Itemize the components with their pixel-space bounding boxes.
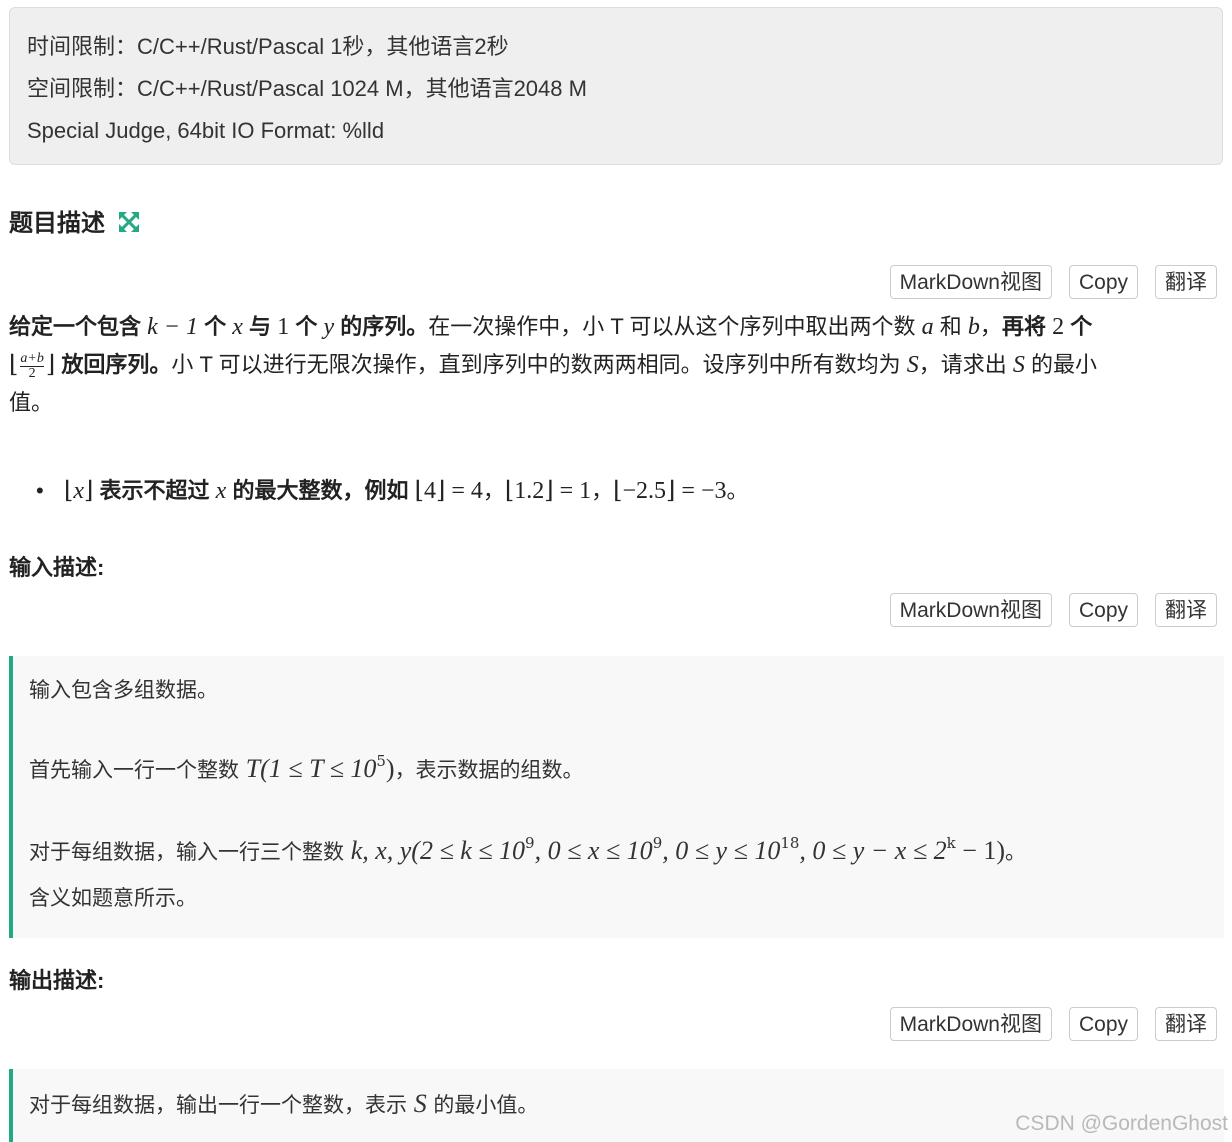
math-sup: 9 (525, 834, 535, 852)
description-toolbar: MarkDown视图 Copy 翻译 (889, 265, 1217, 301)
period: 。 (726, 478, 749, 503)
math-example: ⌊1.2⌋ = 1 (504, 478, 592, 504)
input-line-3: 对于每组数据，输入一行三个整数 k, x, y(2 ≤ k ≤ 109, 0 ≤… (29, 836, 1026, 866)
math-T-range: T(1 ≤ T ≤ 10 (245, 754, 377, 783)
desc-text: 再将 (1001, 314, 1046, 339)
desc-text: 给定一个包含 (9, 314, 142, 339)
description-title-text: 题目描述 (9, 210, 105, 237)
math-minus-one: − 1) (955, 836, 1006, 865)
math-1: 1 (277, 314, 290, 340)
bullet-dot: • (36, 478, 44, 503)
input-toolbar: MarkDown视图 Copy 翻译 (889, 593, 1217, 629)
desc-text: ， (979, 314, 1002, 339)
desc-text: 个 (204, 314, 227, 339)
input-text: 。 (1005, 840, 1027, 864)
output-text: 对于每组数据，输出一行一个整数，表示 (29, 1093, 407, 1117)
desc-text: 与 (249, 314, 272, 339)
math-example: ⌊4⌋ = 4 (414, 478, 483, 504)
translate-button[interactable]: 翻译 (1155, 265, 1217, 299)
input-text: ，表示数据的组数。 (394, 758, 584, 782)
bullet-text: 表示不超过 (99, 478, 210, 503)
desc-text: 个 (1070, 314, 1093, 339)
floor-open: ⌊ (9, 350, 19, 378)
input-text: 对于每组数据，输入一行三个整数 (29, 840, 344, 864)
markdown-view-button[interactable]: MarkDown视图 (889, 265, 1052, 299)
fraction-bottom: 2 (20, 365, 44, 381)
output-title: 输出描述: (9, 968, 105, 993)
math-x: x (215, 478, 227, 504)
markdown-view-button[interactable]: MarkDown视图 (889, 593, 1052, 627)
separator: ， (591, 478, 614, 503)
math-example: ⌊−2.5⌋ = −3 (613, 478, 727, 504)
math-y-range: , 0 ≤ y ≤ 10 (662, 836, 781, 865)
math-S: S (413, 1089, 427, 1118)
desc-text: 小 T 可以进行无限次操作，直到序列中的数两两相同。设序列中所有数均为 (171, 352, 901, 377)
problem-description: 给定一个包含 k − 1 个 x 与 1 个 y 的序列。在一次操作中，小 T … (9, 308, 1209, 421)
desc-text: 放回序列。 (61, 352, 172, 377)
copy-button[interactable]: Copy (1068, 265, 1138, 299)
output-text: 的最小值。 (433, 1093, 539, 1117)
math-sup: 5 (376, 752, 386, 770)
desc-text: 的最小 (1031, 352, 1098, 377)
math-b: b (967, 314, 980, 340)
copy-button[interactable]: Copy (1068, 1007, 1138, 1041)
limits-panel: 时间限制：C/C++/Rust/Pascal 1秒，其他语言2秒 空间限制：C/… (9, 7, 1223, 165)
math-k-minus-1: k − 1 (147, 314, 198, 340)
desc-text: 在一次操作中，小 T 可以从这个序列中取出两个数 (428, 314, 916, 339)
math-S: S (906, 352, 919, 378)
floor-open: ⌊ (64, 476, 74, 504)
markdown-view-button[interactable]: MarkDown视图 (889, 1007, 1052, 1041)
input-line-2: 首先输入一行一个整数 T(1 ≤ T ≤ 105)，表示数据的组数。 (29, 754, 584, 784)
input-line-4: 含义如题意所示。 (29, 886, 197, 910)
math-x: x (232, 314, 243, 340)
math-2: 2 (1052, 314, 1065, 340)
desc-text: ，请求出 (918, 352, 1007, 377)
math-paren: ) (385, 754, 395, 783)
math-x: x (73, 478, 85, 504)
judge-info: Special Judge, 64bit IO Format: %lld (27, 118, 385, 143)
time-limit: 时间限制：C/C++/Rust/Pascal 1秒，其他语言2秒 (27, 34, 509, 59)
desc-text: 的序列。 (340, 314, 429, 339)
bullet-text: 的最大整数，例如 (232, 478, 409, 503)
copy-button[interactable]: Copy (1068, 593, 1138, 627)
input-text: 首先输入一行一个整数 (29, 758, 239, 782)
math-sup: 18 (780, 834, 800, 852)
output-toolbar: MarkDown视图 Copy 翻译 (889, 1007, 1217, 1043)
math-diff-range: , 0 ≤ y − x ≤ 2 (799, 836, 947, 865)
watermark: CSDN @GordenGhost (1015, 1112, 1228, 1135)
list-item: • ⌊x⌋ 表示不超过 x 的最大整数，例如 ⌊4⌋ = 4，⌊1.2⌋ = 1，… (36, 472, 749, 509)
math-a: a (921, 314, 934, 340)
output-line: 对于每组数据，输出一行一个整数，表示 S 的最小值。 (29, 1089, 538, 1119)
expand-icon[interactable] (118, 211, 140, 240)
memory-limit: 空间限制：C/C++/Rust/Pascal 1024 M，其他语言2048 M (27, 76, 587, 101)
fraction-top: a+b (20, 350, 44, 366)
math-sup: k (946, 834, 956, 852)
math-sup: 9 (652, 834, 663, 852)
translate-button[interactable]: 翻译 (1155, 593, 1217, 627)
floor-close: ⌋ (84, 476, 94, 504)
desc-text: 个 (295, 314, 318, 339)
input-line-1: 输入包含多组数据。 (29, 678, 218, 702)
description-title: 题目描述 (9, 203, 140, 240)
separator: ， (482, 478, 505, 503)
input-block: 输入包含多组数据。 首先输入一行一个整数 T(1 ≤ T ≤ 105)，表示数据… (9, 656, 1224, 938)
math-S: S (1012, 352, 1025, 378)
desc-text: 和 (939, 314, 962, 339)
math-fraction: a+b 2 (20, 350, 44, 381)
desc-text: 值。 (9, 390, 54, 415)
math-k-range: k, x, y(2 ≤ k ≤ 10 (350, 836, 526, 865)
input-title: 输入描述: (9, 555, 105, 580)
math-x-range: , 0 ≤ x ≤ 10 (534, 836, 653, 865)
math-y: y (323, 314, 335, 340)
floor-close: ⌋ (45, 350, 56, 378)
translate-button[interactable]: 翻译 (1155, 1007, 1217, 1041)
